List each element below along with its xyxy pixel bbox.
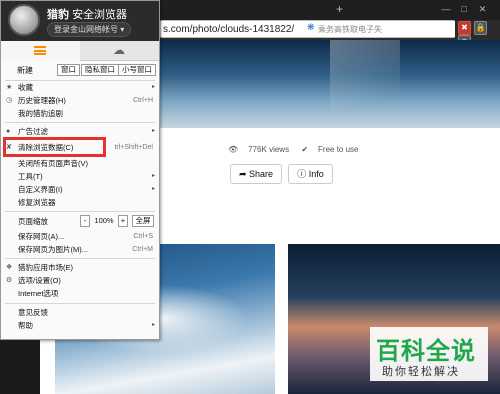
info-button[interactable]: ⓘ Info [288,164,333,184]
info-label: Info [308,169,324,179]
menu-item-label: 保存网页为图片(M)... [18,245,88,254]
menu-item-label: 历史管理器(H) [18,96,66,105]
highlight-annotation-box [3,137,106,157]
fullscreen-button[interactable]: 全屏 [132,215,154,227]
search-engine-icon[interactable]: ❋ [307,22,315,33]
menu-item-label: 我的猎豹追剧 [18,109,63,118]
menu-item-label: 帮助 [18,321,33,330]
share-button[interactable]: ➦ Share [230,164,282,184]
menu-item-label: 猎豹应用市场(E) [18,263,73,272]
tab-menu[interactable] [1,41,80,61]
address-url[interactable]: s.com/photo/clouds-1431822/ [163,24,294,35]
cheetah-logo-icon [8,4,40,36]
zoom-row: 页面缩放 - 100% + 全屏 [1,213,159,229]
browser-main-menu: 猎豹 安全浏览器 登录金山网络帐号 ▾ ☁ 新建 窗口 隐私窗口 小号窗口 ★ 收… [0,0,160,340]
clock-icon: ◷ [6,97,13,104]
cloud-icon[interactable]: ☁ [113,44,125,56]
hamburger-icon [34,46,46,55]
menu-item-favorites[interactable]: ★ 收藏 ▸ [1,81,159,94]
menu-shortcut: Ctrl+H [132,97,153,104]
search-box[interactable]: ❋ 乘务高铁取电子失 [305,21,455,37]
submenu-arrow-icon: ▸ [151,84,155,90]
hero-image [155,40,500,128]
submenu-arrow-icon: ▸ [151,322,155,328]
watermark-logo: 百科全说 助你轻松解决 [370,327,488,381]
menu-item-repair[interactable]: 修复浏览器 [1,196,159,209]
menu-divider [5,258,155,259]
new-tab-button[interactable]: + [336,3,343,15]
menu-item-label: 收藏 [18,83,33,92]
quick-new-row: 新建 窗口 隐私窗口 小号窗口 [1,62,159,78]
maximize-button[interactable]: □ [456,2,472,16]
menu-shortcut: Ctrl+S [133,233,153,240]
menu-shortcut: Ctrl+M [132,246,153,253]
menu-item-tools[interactable]: 工具(T) ▸ [1,170,159,183]
menu-item-label: 自定义界面(I) [18,185,63,194]
block-icon[interactable]: ✖ [458,21,471,35]
menu-item-label: 修复浏览器 [18,198,56,207]
menu-item-my-shows[interactable]: 我的猎豹追剧 [1,107,159,120]
watermark-subtitle: 助你轻松解决 [382,365,460,378]
menu-item-feedback[interactable]: 意见反馈 [1,306,159,319]
photo-meta: 👁 776K views ✔ Free to use [228,145,368,154]
menu-item-customize[interactable]: 自定义界面(I) ▸ [1,183,159,196]
menu-shortcut: trl+Shift+Del [114,144,153,151]
menu-bottom-shadow [0,340,40,394]
zoom-out-button[interactable]: - [80,215,90,227]
new-label: 新建 [17,66,33,75]
hero-light-rays [330,40,400,128]
menu-item-mute-all[interactable]: 关闭所有页面声音(V) [1,157,159,170]
menu-item-history[interactable]: ◷ 历史管理器(H) Ctrl+H [1,94,159,107]
menu-divider [5,122,155,123]
menu-item-internet-options[interactable]: Internet选项 [1,287,159,300]
license-text: Free to use [318,145,359,154]
brand-name: 猎豹 [47,9,69,21]
menu-item-save-as-image[interactable]: 保存网页为图片(M)... Ctrl+M [1,243,159,256]
eye-icon: 👁 [228,145,239,154]
menu-item-help[interactable]: 帮助 ▸ [1,319,159,332]
menu-item-app-market[interactable]: ❖ 猎豹应用市场(E) [1,261,159,274]
menu-item-settings[interactable]: ⚙ 选项/设置(O) [1,274,159,287]
menu-divider [5,211,155,212]
menu-item-label: 关闭所有页面声音(V) [18,159,88,168]
submenu-arrow-icon: ▸ [151,186,155,192]
zoom-value: 100% [94,216,114,225]
close-window-button[interactable]: ✕ [474,2,490,16]
search-input[interactable]: 乘务高铁取电子失 [318,24,382,35]
views-count: 776K views [248,145,290,154]
brand-suffix: 安全浏览器 [72,9,128,21]
menu-item-label: Internet选项 [18,289,59,298]
menu-divider [5,303,155,304]
tab-strip: + — □ ✕ [160,0,500,20]
menu-item-label: 工具(T) [18,172,43,181]
zoom-label: 页面缩放 [18,217,48,226]
menu-item-label: 保存网页(A)... [18,232,65,241]
submenu-arrow-icon: ▸ [151,173,155,179]
zoom-in-button[interactable]: + [118,215,128,227]
menu-tabs: ☁ [1,41,159,61]
window-controls: — □ ✕ [438,2,496,16]
menu-header: 猎豹 安全浏览器 登录金山网络帐号 ▾ [1,1,159,41]
new-window-button[interactable]: 窗口 [57,64,80,76]
check-icon: ✔ [301,145,309,154]
new-private-window-button[interactable]: 隐私窗口 [81,64,119,76]
new-alt-account-window-button[interactable]: 小号窗口 [118,64,156,76]
submenu-arrow-icon: ▸ [151,128,155,134]
menu-item-save-page[interactable]: 保存网页(A)... Ctrl+S [1,230,159,243]
brand-title: 猎豹 安全浏览器 [47,6,127,22]
share-label: Share [249,169,274,179]
minimize-button[interactable]: — [438,2,454,16]
gear-icon: ⚙ [6,277,13,284]
info-icon: ⓘ [297,169,309,179]
app-market-icon: ❖ [6,264,13,271]
share-icon: ➦ [238,169,249,179]
watermark-title: 百科全说 [376,337,476,365]
menu-item-label: 意见反馈 [18,308,48,317]
lock-icon[interactable]: 🔒 [474,21,488,35]
star-icon: ★ [6,84,13,91]
login-button[interactable]: 登录金山网络帐号 ▾ [47,22,132,37]
menu-item-label: 选项/设置(O) [18,276,61,285]
